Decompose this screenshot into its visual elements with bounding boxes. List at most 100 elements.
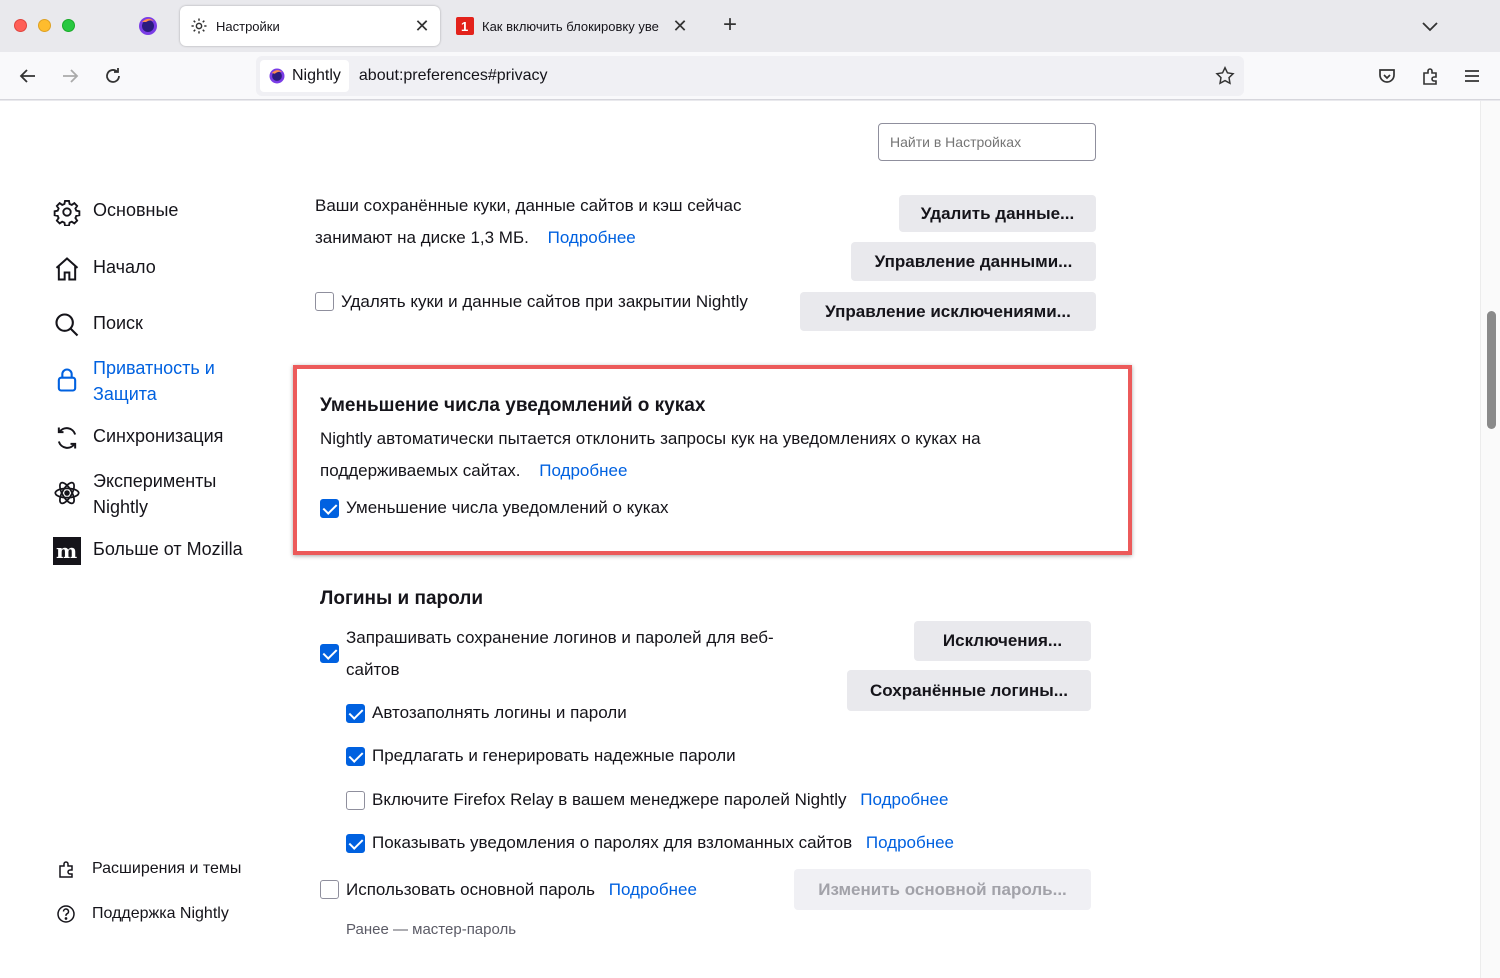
autofill-checkbox[interactable] bbox=[346, 704, 365, 723]
identity-label: Nightly bbox=[292, 67, 341, 84]
tab-bar: Настройки ✕ 1 Как включить блокировку ув… bbox=[0, 0, 1500, 52]
cookie-banner-checkbox-label: Уменьшение числа уведомлений о куках bbox=[346, 498, 669, 517]
sidebar-item-mozilla[interactable]: m Больше от Mozilla bbox=[52, 536, 243, 566]
cookie-banner-checkbox[interactable] bbox=[320, 499, 339, 518]
sidebar-item-sync[interactable]: Синхронизация bbox=[52, 423, 223, 453]
sidebar-item-general[interactable]: Основные bbox=[52, 197, 178, 227]
exceptions-button[interactable]: Исключения... bbox=[914, 621, 1091, 661]
primary-learn-more-link[interactable]: Подробнее bbox=[609, 880, 697, 899]
back-icon[interactable] bbox=[14, 62, 42, 90]
delete-on-close-checkbox[interactable] bbox=[315, 292, 334, 311]
cookie-banner-description: поддерживаемых сайтах. Подробнее bbox=[320, 455, 627, 487]
change-primary-password-button[interactable]: Изменить основной пароль... bbox=[794, 869, 1091, 910]
preferences-page: Основные Начало Поиск Приватность и Защи… bbox=[0, 101, 1500, 978]
support-label: Поддержка Nightly bbox=[92, 905, 229, 922]
breach-learn-more-link[interactable]: Подробнее bbox=[866, 833, 954, 852]
support-link[interactable]: Поддержка Nightly bbox=[54, 902, 229, 926]
cookie-banner-learn-more-link[interactable]: Подробнее bbox=[539, 461, 627, 480]
cookie-usage-text: Ваши сохранённые куки, данные сайтов и к… bbox=[315, 190, 742, 222]
relay-label: Включите Firefox Relay в вашем менеджере… bbox=[372, 790, 847, 809]
minimize-window-button[interactable] bbox=[38, 19, 51, 32]
breach-alerts-label: Показывать уведомления о паролях для взл… bbox=[372, 833, 853, 852]
sidebar-item-privacy[interactable]: Приватность и Защита bbox=[52, 355, 243, 407]
mozilla-icon: m bbox=[52, 536, 82, 566]
chevron-down-icon[interactable] bbox=[1418, 14, 1442, 38]
zoom-window-button[interactable] bbox=[62, 19, 75, 32]
cookies-learn-more-link[interactable]: Подробнее bbox=[548, 228, 636, 247]
breach-alerts-checkbox[interactable] bbox=[346, 834, 365, 853]
scrollbar[interactable] bbox=[1480, 101, 1500, 978]
new-tab-icon[interactable]: + bbox=[718, 13, 742, 38]
ask-save-checkbox[interactable] bbox=[320, 644, 339, 663]
reload-icon[interactable] bbox=[99, 62, 127, 90]
relay-learn-more-link[interactable]: Подробнее bbox=[860, 790, 948, 809]
extensions-icon bbox=[54, 857, 78, 881]
formerly-master-password-text: Ранее — мастер-пароль bbox=[346, 921, 517, 938]
clear-data-button[interactable]: Удалить данные... bbox=[899, 195, 1096, 232]
delete-on-close-label: Удалять куки и данные сайтов при закрыти… bbox=[341, 292, 748, 311]
relay-row: Включите Firefox Relay в вашем менеджере… bbox=[372, 784, 948, 816]
svg-text:1: 1 bbox=[461, 19, 468, 34]
sidebar-item-label: Приватность и Защита bbox=[93, 358, 215, 404]
sidebar-item-home[interactable]: Начало bbox=[52, 254, 156, 284]
svg-text:m: m bbox=[56, 539, 77, 563]
generate-passwords-checkbox[interactable] bbox=[346, 747, 365, 766]
cookie-usage-text: занимают на диске 1,3 МБ. Подробнее bbox=[315, 222, 636, 254]
pinned-tab[interactable] bbox=[136, 14, 160, 38]
address-bar[interactable]: Nightly about:preferences#privacy bbox=[256, 56, 1244, 96]
sidebar-item-label: Начало bbox=[93, 257, 156, 277]
sidebar-item-label: Эксперименты Nightly bbox=[93, 471, 217, 517]
autofill-label: Автозаполнять логины и пароли bbox=[372, 703, 627, 722]
scrollbar-thumb[interactable] bbox=[1487, 311, 1496, 429]
cookie-banner-description-2: поддерживаемых сайтах. bbox=[320, 461, 521, 480]
sidebar-item-experiments[interactable]: Эксперименты Nightly bbox=[52, 468, 243, 520]
cookie-banner-heading: Уменьшение числа уведомлений о куках bbox=[320, 395, 706, 416]
cookie-usage-line-1: Ваши сохранённые куки, данные сайтов и к… bbox=[315, 196, 742, 215]
sidebar-item-label: Основные bbox=[93, 200, 179, 220]
close-tab-icon[interactable]: ✕ bbox=[668, 14, 692, 38]
close-window-button[interactable] bbox=[14, 19, 27, 32]
sidebar-item-label: Синхронизация bbox=[93, 426, 224, 446]
site-favicon-icon: 1 bbox=[456, 17, 474, 35]
identity-box[interactable]: Nightly bbox=[260, 60, 349, 92]
sidebar-item-label: Поиск bbox=[93, 313, 143, 333]
relay-checkbox[interactable] bbox=[346, 791, 365, 810]
gear-icon bbox=[52, 197, 82, 227]
close-tab-icon[interactable]: ✕ bbox=[410, 14, 434, 38]
manage-exceptions-button[interactable]: Управление исключениями... bbox=[800, 292, 1096, 331]
gear-icon bbox=[190, 17, 208, 35]
breach-alerts-row: Показывать уведомления о паролях для взл… bbox=[372, 827, 954, 859]
primary-password-checkbox[interactable] bbox=[320, 880, 339, 899]
extensions-icon[interactable] bbox=[1416, 62, 1444, 90]
logins-heading: Логины и пароли bbox=[320, 588, 484, 609]
cookie-banner-description-1: Nightly автоматически пытается отклонить… bbox=[320, 429, 981, 448]
sidebar-item-label: Больше от Mozilla bbox=[93, 539, 243, 559]
primary-password-row: Использовать основной пароль Подробнее bbox=[346, 874, 697, 906]
forward-icon[interactable] bbox=[56, 62, 84, 90]
url-text[interactable]: about:preferences#privacy bbox=[359, 67, 548, 85]
experiments-icon bbox=[52, 478, 82, 508]
nightly-logo-icon bbox=[139, 17, 157, 35]
tab-label: Как включить блокировку уве bbox=[482, 18, 659, 34]
manage-data-button[interactable]: Управление данными... bbox=[851, 242, 1096, 281]
nightly-logo-icon bbox=[269, 68, 285, 84]
pocket-icon[interactable] bbox=[1373, 62, 1401, 90]
ask-save-label-2: сайтов bbox=[346, 660, 400, 679]
tab-article[interactable]: 1 Как включить блокировку уве ✕ bbox=[448, 6, 698, 46]
navigation-toolbar: Nightly about:preferences#privacy bbox=[0, 52, 1500, 100]
cookie-usage-line-2: занимают на диске 1,3 МБ. bbox=[315, 228, 529, 247]
help-icon bbox=[54, 902, 78, 926]
saved-logins-button[interactable]: Сохранённые логины... bbox=[847, 670, 1091, 711]
lock-icon bbox=[52, 365, 82, 395]
extensions-themes-link[interactable]: Расширения и темы bbox=[54, 857, 241, 881]
search-input[interactable] bbox=[878, 123, 1096, 161]
extensions-themes-label: Расширения и темы bbox=[92, 860, 242, 877]
menu-icon[interactable] bbox=[1458, 62, 1486, 90]
sidebar-item-search[interactable]: Поиск bbox=[52, 310, 143, 340]
sync-icon bbox=[52, 423, 82, 453]
bookmark-star-icon[interactable] bbox=[1214, 65, 1236, 87]
search-icon bbox=[52, 310, 82, 340]
tab-settings[interactable]: Настройки ✕ bbox=[180, 6, 440, 46]
generate-passwords-label: Предлагать и генерировать надежные парол… bbox=[372, 746, 736, 765]
primary-password-label: Использовать основной пароль bbox=[346, 880, 595, 899]
